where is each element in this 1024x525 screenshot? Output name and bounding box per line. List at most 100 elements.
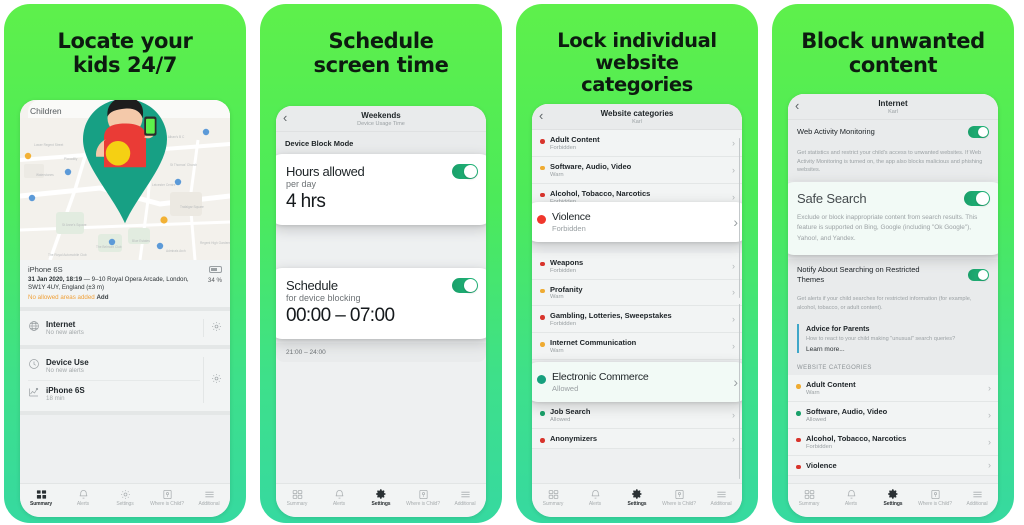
safe-search-description: Exclude or block inappropriate content f…	[797, 214, 978, 242]
tab-additional[interactable]: Additional	[956, 488, 998, 507]
gear-icon[interactable]	[211, 371, 222, 389]
card-electronic-commerce-highlight[interactable]: Electronic Commerce Allowed ›	[532, 362, 742, 402]
tab-bar-2[interactable]: Summary Alerts Settings Where is Child? …	[276, 483, 486, 517]
notify-label: Notify About Searching on Restricted The…	[797, 264, 920, 284]
web-activity-monitoring-row[interactable]: Web Activity Monitoring	[788, 120, 998, 144]
tab-summary[interactable]: Summary	[276, 488, 318, 507]
learn-more-link[interactable]: Learn more...	[806, 346, 980, 353]
hours-allowed-toggle[interactable]	[452, 164, 478, 179]
tab-bar-4[interactable]: Summary Alerts Settings Where is Child? …	[788, 483, 998, 517]
card-schedule[interactable]: Schedule for device blocking 00:00 – 07:…	[276, 268, 486, 339]
tab-label: Alerts	[588, 501, 602, 507]
menu-icon	[444, 488, 486, 500]
scrollbar[interactable]	[738, 138, 740, 298]
category-status: Forbidden	[806, 443, 833, 450]
tab-label: Summary	[29, 501, 53, 507]
category-status: Forbidden	[550, 321, 577, 328]
device-use-card[interactable]: Device Use No new alerts iPhone 6S 18 mi…	[20, 349, 230, 416]
tab-summary[interactable]: Summary	[532, 488, 574, 507]
advice-title: Advice for Parents	[806, 323, 870, 333]
category-label: Gambling, Lotteries, Sweepstakes	[550, 311, 672, 321]
list-item[interactable]: Software, Audio, Video Allowed ›	[788, 402, 998, 429]
status-dot	[796, 437, 801, 443]
list-item[interactable]: Profanity Warn ›	[532, 279, 742, 307]
category-label: Job Search	[550, 407, 591, 417]
status-dot	[540, 315, 545, 320]
status-dot	[540, 192, 545, 198]
map-view[interactable]: Lower Regent Street Piccadilly Waterston…	[20, 100, 230, 260]
list-item[interactable]: Anonymizers ›	[532, 429, 742, 450]
category-label: Software, Audio, Video	[550, 161, 632, 171]
nav-bar-3: ‹ Website categories Karl	[532, 104, 742, 130]
device-location-card[interactable]: iPhone 6S 31 Jan 2020, 18:19 — 9–10 Roya…	[20, 260, 230, 312]
add-area-link[interactable]: Add	[96, 294, 108, 301]
list-item[interactable]: Adult Content Warn ›	[788, 375, 998, 403]
card-safe-search[interactable]: Safe Search Exclude or block inappropria…	[788, 182, 998, 255]
tab-alerts[interactable]: Alerts	[574, 488, 616, 507]
tab-where-is-child[interactable]: Where is Child?	[402, 488, 444, 507]
menu-icon	[700, 488, 742, 500]
tab-summary[interactable]: Summary	[20, 488, 62, 507]
notify-toggle[interactable]	[968, 268, 989, 281]
category-label: Internet Communication	[550, 338, 637, 348]
scrollbar[interactable]	[738, 304, 740, 479]
chevron-right-icon: ›	[988, 409, 991, 420]
category-label: Alcohol, Tobacco, Narcotics	[806, 433, 907, 443]
safe-search-toggle[interactable]	[964, 191, 990, 206]
hours-allowed-value: 4 hrs	[286, 191, 326, 212]
tab-where-is-child[interactable]: Where is Child?	[146, 488, 188, 507]
tab-alerts[interactable]: Alerts	[62, 488, 104, 507]
section-device-block-mode: Device Block Mode	[276, 132, 486, 155]
tab-alerts[interactable]: Alerts	[830, 488, 872, 507]
list-item[interactable]: Gambling, Lotteries, Sweepstakes Forbidd…	[532, 306, 742, 334]
back-icon[interactable]: ‹	[539, 108, 543, 123]
tab-alerts[interactable]: Alerts	[318, 488, 360, 507]
category-label: Weapons	[550, 257, 584, 267]
card-violence-highlight[interactable]: Violence Forbidden ›	[532, 202, 742, 242]
tab-label: Alerts	[844, 501, 858, 507]
web-activity-toggle[interactable]	[968, 126, 989, 138]
list-item[interactable]: Internet Communication Warn ›	[532, 333, 742, 361]
back-icon[interactable]: ‹	[795, 98, 799, 113]
card-hours-allowed[interactable]: Hours allowed per day 4 hrs	[276, 154, 486, 225]
tab-settings[interactable]: Settings	[360, 488, 402, 507]
tab-where-is-child[interactable]: Where is Child?	[914, 488, 956, 507]
tab-bar-3[interactable]: Summary Alerts Settings Where is Child? …	[532, 483, 742, 517]
device-alert-row[interactable]: No allowed areas added Add	[28, 294, 222, 301]
advice-for-parents-block[interactable]: Advice for Parents How to react to your …	[788, 318, 998, 360]
schedule-toggle[interactable]	[452, 278, 478, 293]
tab-summary[interactable]: Summary	[788, 488, 830, 507]
category-label: Profanity	[550, 284, 583, 294]
list-item[interactable]: Adult Content Forbidden ›	[532, 130, 742, 157]
section-website-categories: WEBSITE CATEGORIES	[788, 359, 998, 376]
nav-title: Internet	[878, 99, 908, 108]
tab-additional[interactable]: Additional	[700, 488, 742, 507]
tab-settings[interactable]: Settings	[616, 488, 658, 507]
notify-restricted-themes-row[interactable]: Notify About Searching on Restricted The…	[788, 258, 998, 291]
gear-icon	[360, 488, 402, 500]
panel-website-categories: Lock individual website categories ‹ Web…	[516, 4, 758, 523]
category-label: Anonymizers	[550, 434, 598, 443]
internet-card[interactable]: Internet No new alerts	[20, 311, 230, 350]
tab-settings[interactable]: Settings	[104, 488, 146, 507]
list-item[interactable]: Job Search Allowed ›	[532, 402, 742, 429]
list-item[interactable]: Alcohol, Tobacco, Narcotics Forbidden ›	[788, 428, 998, 456]
list-item[interactable]: Software, Audio, Video Warn ›	[532, 156, 742, 184]
chevron-right-icon: ›	[732, 191, 735, 202]
tab-where-is-child[interactable]: Where is Child?	[658, 488, 700, 507]
tab-settings[interactable]: Settings	[872, 488, 914, 507]
tab-additional[interactable]: Additional	[444, 488, 486, 507]
gear-icon[interactable]	[211, 319, 222, 337]
internet-title: Internet	[46, 319, 76, 329]
device-use-title: Device Use	[46, 357, 89, 367]
tab-bar-1[interactable]: Summary Alerts Settings Where is Child? …	[20, 483, 230, 517]
back-icon[interactable]: ‹	[283, 110, 287, 125]
location-pin-illustration	[83, 100, 167, 224]
tab-label: Settings	[883, 501, 903, 507]
list-item[interactable]: Violence ›	[788, 455, 998, 477]
chevron-right-icon: ›	[732, 260, 735, 271]
svg-text:Trafalgar Square: Trafalgar Square	[180, 205, 204, 209]
list-item[interactable]: Weapons Forbidden ›	[532, 252, 742, 280]
tab-additional[interactable]: Additional	[188, 488, 230, 507]
time-range-row[interactable]: 21:00 – 24:00	[276, 343, 486, 362]
